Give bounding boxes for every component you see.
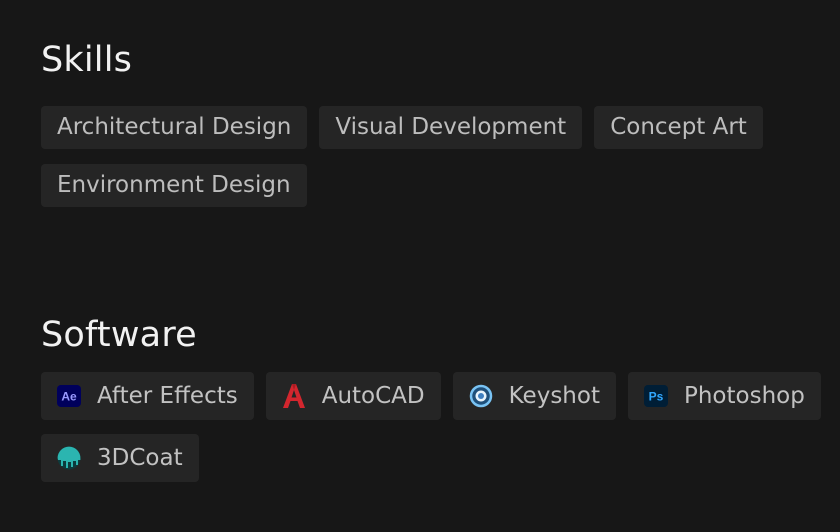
skill-tag-visual-development: Visual Development — [319, 106, 583, 149]
svg-text:Ps: Ps — [649, 390, 664, 404]
autocad-icon — [282, 384, 306, 408]
skill-tag-environment-design: Environment Design — [41, 164, 307, 207]
photoshop-icon: Ps — [643, 384, 668, 408]
software-label: 3DCoat — [97, 445, 183, 471]
software-label: After Effects — [97, 383, 238, 409]
software-tag-autocad: AutoCAD — [265, 372, 441, 420]
software-tag-3dcoat: 3DCoat — [41, 434, 199, 482]
software-tag-after-effects: Ae After Effects — [41, 372, 254, 420]
svg-text:Ae: Ae — [61, 390, 77, 404]
software-tag-keyshot: Keyshot — [452, 372, 616, 420]
3dcoat-icon — [57, 446, 81, 470]
skills-tag-list: Architectural Design Visual Development … — [41, 106, 821, 207]
software-tag-photoshop: Ps Photoshop — [627, 372, 821, 420]
software-label: Photoshop — [683, 383, 805, 409]
skills-heading: Skills — [41, 40, 133, 80]
software-label: AutoCAD — [321, 383, 425, 409]
software-label: Keyshot — [508, 383, 600, 409]
skill-tag-architectural-design: Architectural Design — [41, 106, 308, 149]
keyshot-icon — [469, 384, 493, 408]
after-effects-icon: Ae — [57, 384, 81, 408]
software-heading: Software — [41, 315, 197, 355]
skill-tag-concept-art: Concept Art — [594, 106, 763, 149]
software-tag-list: Ae After Effects AutoCAD Keyshot Ps Phot… — [41, 372, 821, 482]
